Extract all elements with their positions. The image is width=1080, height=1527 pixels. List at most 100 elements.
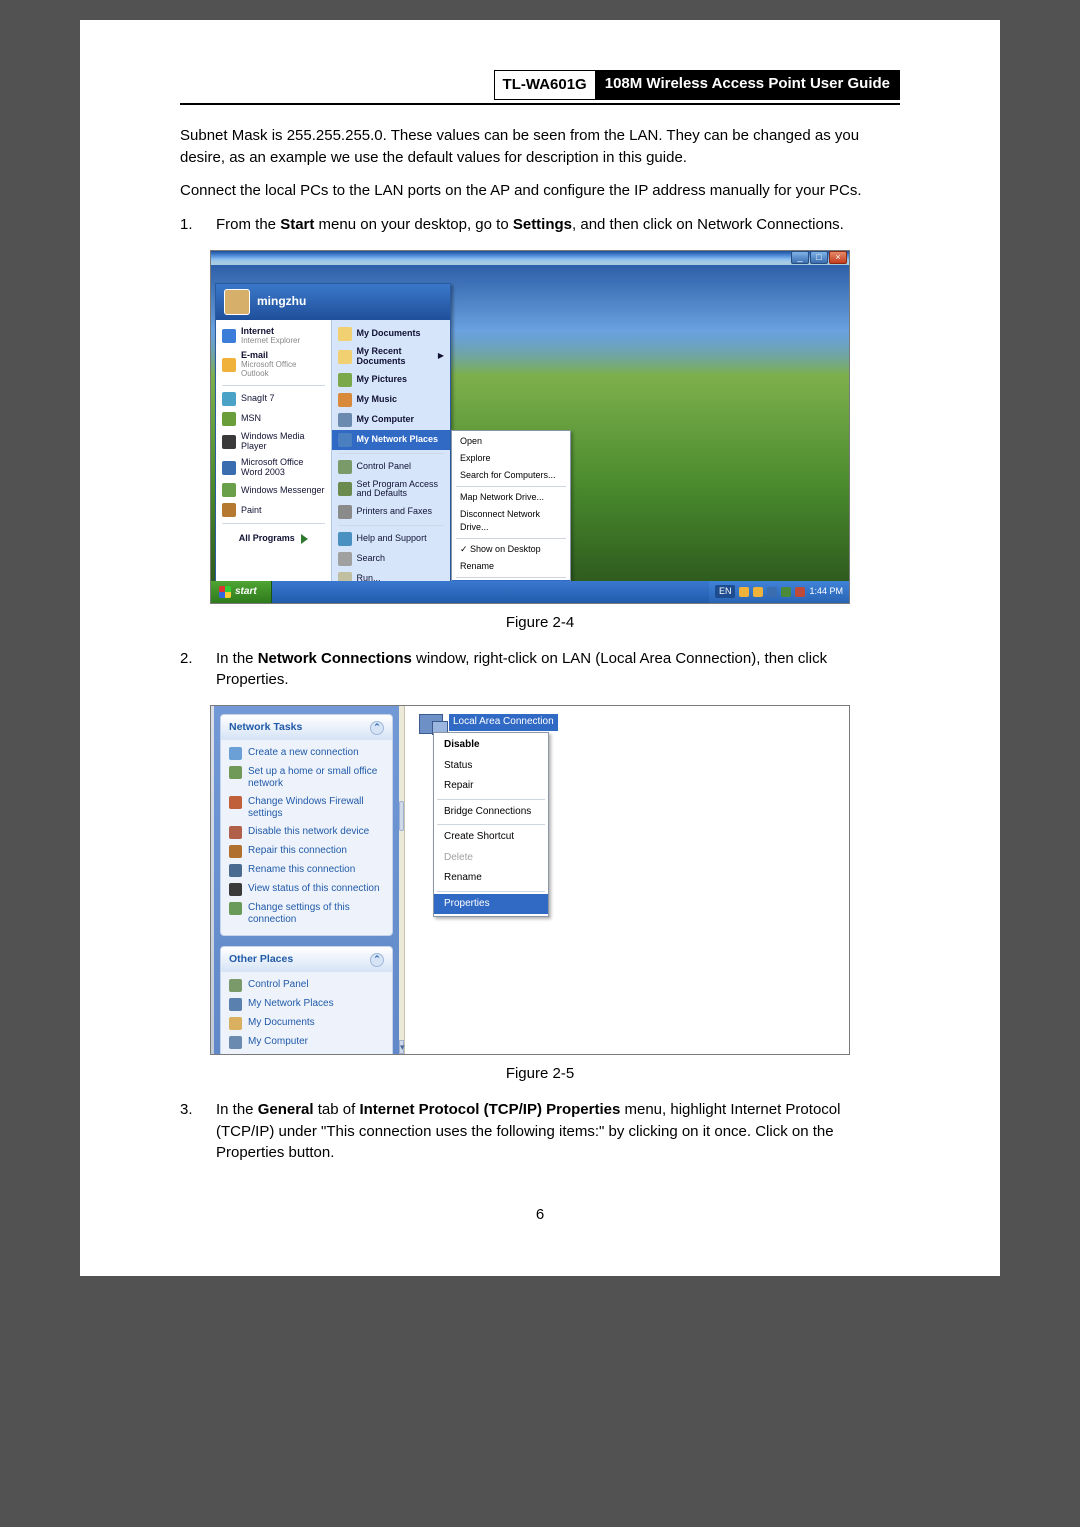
lan-connection-label[interactable]: Local Area Connection [449,714,558,731]
context-menu-item[interactable]: Status [434,756,548,777]
chevron-up-icon: ⌃ [370,953,384,967]
tray-icon[interactable] [753,587,763,597]
connections-area: Local Area Connection DisableStatusRepai… [405,706,849,1054]
settings-icon [229,902,242,915]
place-my-network[interactable]: My Network Places [225,995,388,1014]
chevron-up-icon: ⌃ [370,721,384,735]
scroll-down-icon[interactable]: ▾ [399,1040,404,1054]
task-disable-device[interactable]: Disable this network device [225,823,388,842]
start-item-help[interactable]: Help and Support [332,529,450,549]
place-my-computer[interactable]: My Computer [225,1033,388,1052]
lan-icon[interactable] [419,714,443,734]
start-menu-pinned: InternetInternet Explorer E-mailMicrosof… [216,320,331,581]
start-menu-username: mingzhu [257,293,306,310]
network-icon [338,433,352,447]
context-menu-item[interactable]: Explore [452,450,570,467]
task-repair[interactable]: Repair this connection [225,842,388,861]
start-item-mydocs[interactable]: My Documents [332,324,450,344]
task-change-settings[interactable]: Change settings of this connection [225,899,388,929]
start-item-mypics[interactable]: My Pictures [332,370,450,390]
user-avatar-icon [224,289,250,315]
start-item-search[interactable]: Search [332,549,450,569]
place-my-documents[interactable]: My Documents [225,1014,388,1033]
start-item-setprogram[interactable]: Set Program Access and Defaults [332,477,450,503]
context-menu-item[interactable]: Repair [434,776,548,797]
network-icon [229,998,242,1011]
start-item-snagit[interactable]: SnagIt 7 [216,389,331,409]
step-text: From the Start menu on your desktop, go … [216,214,900,236]
folder-icon [338,327,352,341]
start-item-run[interactable]: Run... [332,569,450,580]
task-rename[interactable]: Rename this connection [225,861,388,880]
snagit-icon [222,392,236,406]
new-connection-icon [229,747,242,760]
start-item-mymusic[interactable]: My Music [332,390,450,410]
step-1: 1. From the Start menu on your desktop, … [180,214,900,236]
start-item-messenger[interactable]: Windows Messenger [216,480,331,500]
place-control-panel[interactable]: Control Panel [225,976,388,995]
start-item-email[interactable]: E-mailMicrosoft Office Outlook [216,348,331,381]
maximize-button[interactable]: □ [810,251,828,264]
start-item-wmp[interactable]: Windows Media Player [216,429,331,455]
context-menu-item[interactable]: Delete [434,848,548,869]
window-buttons: _ □ × [791,251,847,264]
start-button[interactable]: start [211,581,272,603]
steps-list: 3. In the General tab of Internet Protoc… [180,1099,900,1164]
start-item-internet[interactable]: InternetInternet Explorer [216,324,331,349]
context-menu-item[interactable]: Bridge Connections [434,802,548,823]
language-indicator[interactable]: EN [715,585,736,598]
task-create-connection[interactable]: Create a new connection [225,744,388,763]
context-menu-item[interactable]: Show on Desktop [452,541,570,558]
task-home-network[interactable]: Set up a home or small office network [225,763,388,793]
start-item-network-places[interactable]: My Network Places [332,430,450,450]
music-icon [338,393,352,407]
set-program-icon [338,482,352,496]
tray-icon[interactable] [767,587,777,597]
taskbox-header[interactable]: Other Places ⌃ [221,947,392,972]
network-tasks-box: Network Tasks ⌃ Create a new connection … [220,714,393,936]
start-item-controlpanel[interactable]: Control Panel [332,457,450,477]
paragraph: Subnet Mask is 255.255.255.0. These valu… [180,125,900,169]
windows-flag-icon [219,586,231,598]
start-item-printers[interactable]: Printers and Faxes [332,502,450,522]
start-item-paint[interactable]: Paint [216,500,331,520]
context-menu-item[interactable]: Rename [452,558,570,575]
model-number: TL-WA601G [494,70,595,100]
page-header: TL-WA601G 108M Wireless Access Point Use… [180,70,900,100]
context-menu-item[interactable]: Search for Computers... [452,467,570,484]
tray-icon[interactable] [781,587,791,597]
context-menu-item[interactable]: Properties [434,894,548,915]
context-menu-item[interactable]: Disconnect Network Drive... [452,506,570,536]
clock[interactable]: 1:44 PM [809,585,843,598]
task-view-status[interactable]: View status of this connection [225,880,388,899]
context-menu-item[interactable]: Open [452,433,570,450]
start-all-programs[interactable]: All Programs [216,527,331,550]
page-number: 6 [180,1204,900,1226]
desktop: mingzhu InternetInternet Explorer E-mail… [211,265,849,581]
home-network-icon [229,766,242,779]
figure-caption: Figure 2-5 [180,1063,900,1085]
minimize-button[interactable]: _ [791,251,809,264]
context-menu-item[interactable]: Disable [434,735,548,756]
start-item-mycomp[interactable]: My Computer [332,410,450,430]
context-menu-item[interactable]: Map Network Drive... [452,489,570,506]
context-menu-item[interactable]: Create Shortcut [434,827,548,848]
close-button[interactable]: × [829,251,847,264]
ie-icon [222,329,236,343]
tray-icon[interactable] [739,587,749,597]
context-menu-item[interactable]: Properties [452,580,570,581]
control-panel-icon [338,460,352,474]
scrollbar-thumb[interactable] [399,801,404,831]
context-menu-item[interactable]: Rename [434,868,548,889]
other-places-box: Other Places ⌃ Control Panel My Network … [220,946,393,1054]
start-item-word[interactable]: Microsoft Office Word 2003 [216,455,331,481]
start-item-recentdocs[interactable]: My Recent Documents▶ [332,344,450,370]
folder-icon [338,350,352,364]
document-title: 108M Wireless Access Point User Guide [595,70,900,100]
task-firewall[interactable]: Change Windows Firewall settings [225,793,388,823]
run-icon [338,572,352,580]
tray-icon[interactable] [795,587,805,597]
firewall-icon [229,796,242,809]
taskbox-header[interactable]: Network Tasks ⌃ [221,715,392,740]
start-item-msn[interactable]: MSN [216,409,331,429]
